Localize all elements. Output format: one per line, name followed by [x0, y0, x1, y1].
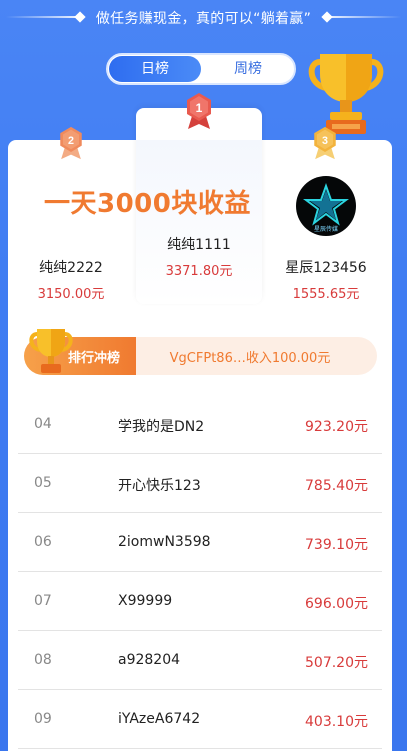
medal-3-number: 3: [322, 135, 328, 147]
first-place-amount: 3371.80元: [165, 264, 233, 279]
list-item-rank: 04: [34, 416, 52, 432]
list-item-rank: 07: [34, 593, 52, 609]
list-item-rank: 09: [34, 711, 52, 727]
list-item-name: iYAzeA6742: [118, 711, 201, 727]
list-item[interactable]: 09 iYAzeA6742 403.10元: [18, 690, 382, 749]
slogan-text: 做任务赚现金，真的可以“躺着赢”: [95, 11, 312, 27]
list-item-amount: 785.40元: [305, 478, 368, 494]
tab-daily[interactable]: 日榜: [109, 56, 201, 82]
promo-text: 一天3000块收益: [44, 189, 251, 219]
list-item-name: 学我的是DN2: [118, 419, 205, 435]
slogan-right-line: [329, 16, 401, 18]
avatar-third-place[interactable]: 星辰传媒: [296, 176, 356, 236]
list-item[interactable]: 08 a928204 507.20元: [18, 631, 382, 690]
list-item-name: a928204: [118, 652, 181, 668]
medal-1-number: 1: [196, 101, 203, 115]
list-item-amount: 739.10元: [305, 537, 368, 553]
slogan-bar: 做任务赚现金，真的可以“躺着赢”: [0, 6, 407, 28]
list-item-rank: 08: [34, 652, 52, 668]
list-item[interactable]: 07 X99999 696.00元: [18, 572, 382, 631]
medal-3-icon: 3: [314, 126, 336, 160]
ranking-tabs: 日榜 周榜: [106, 53, 296, 85]
star-logo-icon: 星辰传媒: [303, 183, 349, 233]
list-item-amount: 696.00元: [305, 596, 368, 612]
list-item-rank: 06: [34, 534, 52, 550]
ranking-banner-label: 排行冲榜: [68, 351, 121, 366]
list-item-amount: 403.10元: [305, 714, 368, 730]
list-item[interactable]: 04 学我的是DN2 923.20元: [18, 395, 382, 454]
medal-2-number: 2: [68, 135, 74, 147]
list-item-amount: 507.20元: [305, 655, 368, 671]
avatar-logo-text: 星辰传媒: [314, 225, 338, 233]
trophy-icon: [308, 54, 384, 134]
list-item-name: 2iomwN3598: [118, 534, 211, 550]
second-place-name: 纯纯2222: [39, 260, 103, 276]
medal-2-icon: 2: [60, 126, 82, 160]
tab-weekly[interactable]: 周榜: [202, 56, 294, 82]
third-place-amount: 1555.65元: [292, 287, 360, 302]
ranking-banner-message: VgCFPt86…收入100.00元: [169, 351, 331, 366]
list-item-rank: 05: [34, 475, 52, 491]
list-item[interactable]: 05 开心快乐123 785.40元: [18, 454, 382, 513]
first-place-card-shade: [136, 140, 262, 304]
third-place-name: 星辰123456: [285, 260, 367, 276]
list-item-name: X99999: [118, 593, 173, 609]
second-place-amount: 3150.00元: [37, 287, 105, 302]
medal-1-icon: 1: [187, 93, 211, 129]
first-place-name: 纯纯1111: [167, 237, 231, 253]
list-item-amount: 923.20元: [305, 419, 368, 435]
list-item-name: 开心快乐123: [118, 478, 201, 494]
list-item[interactable]: 06 2iomwN3598 739.10元: [18, 513, 382, 572]
